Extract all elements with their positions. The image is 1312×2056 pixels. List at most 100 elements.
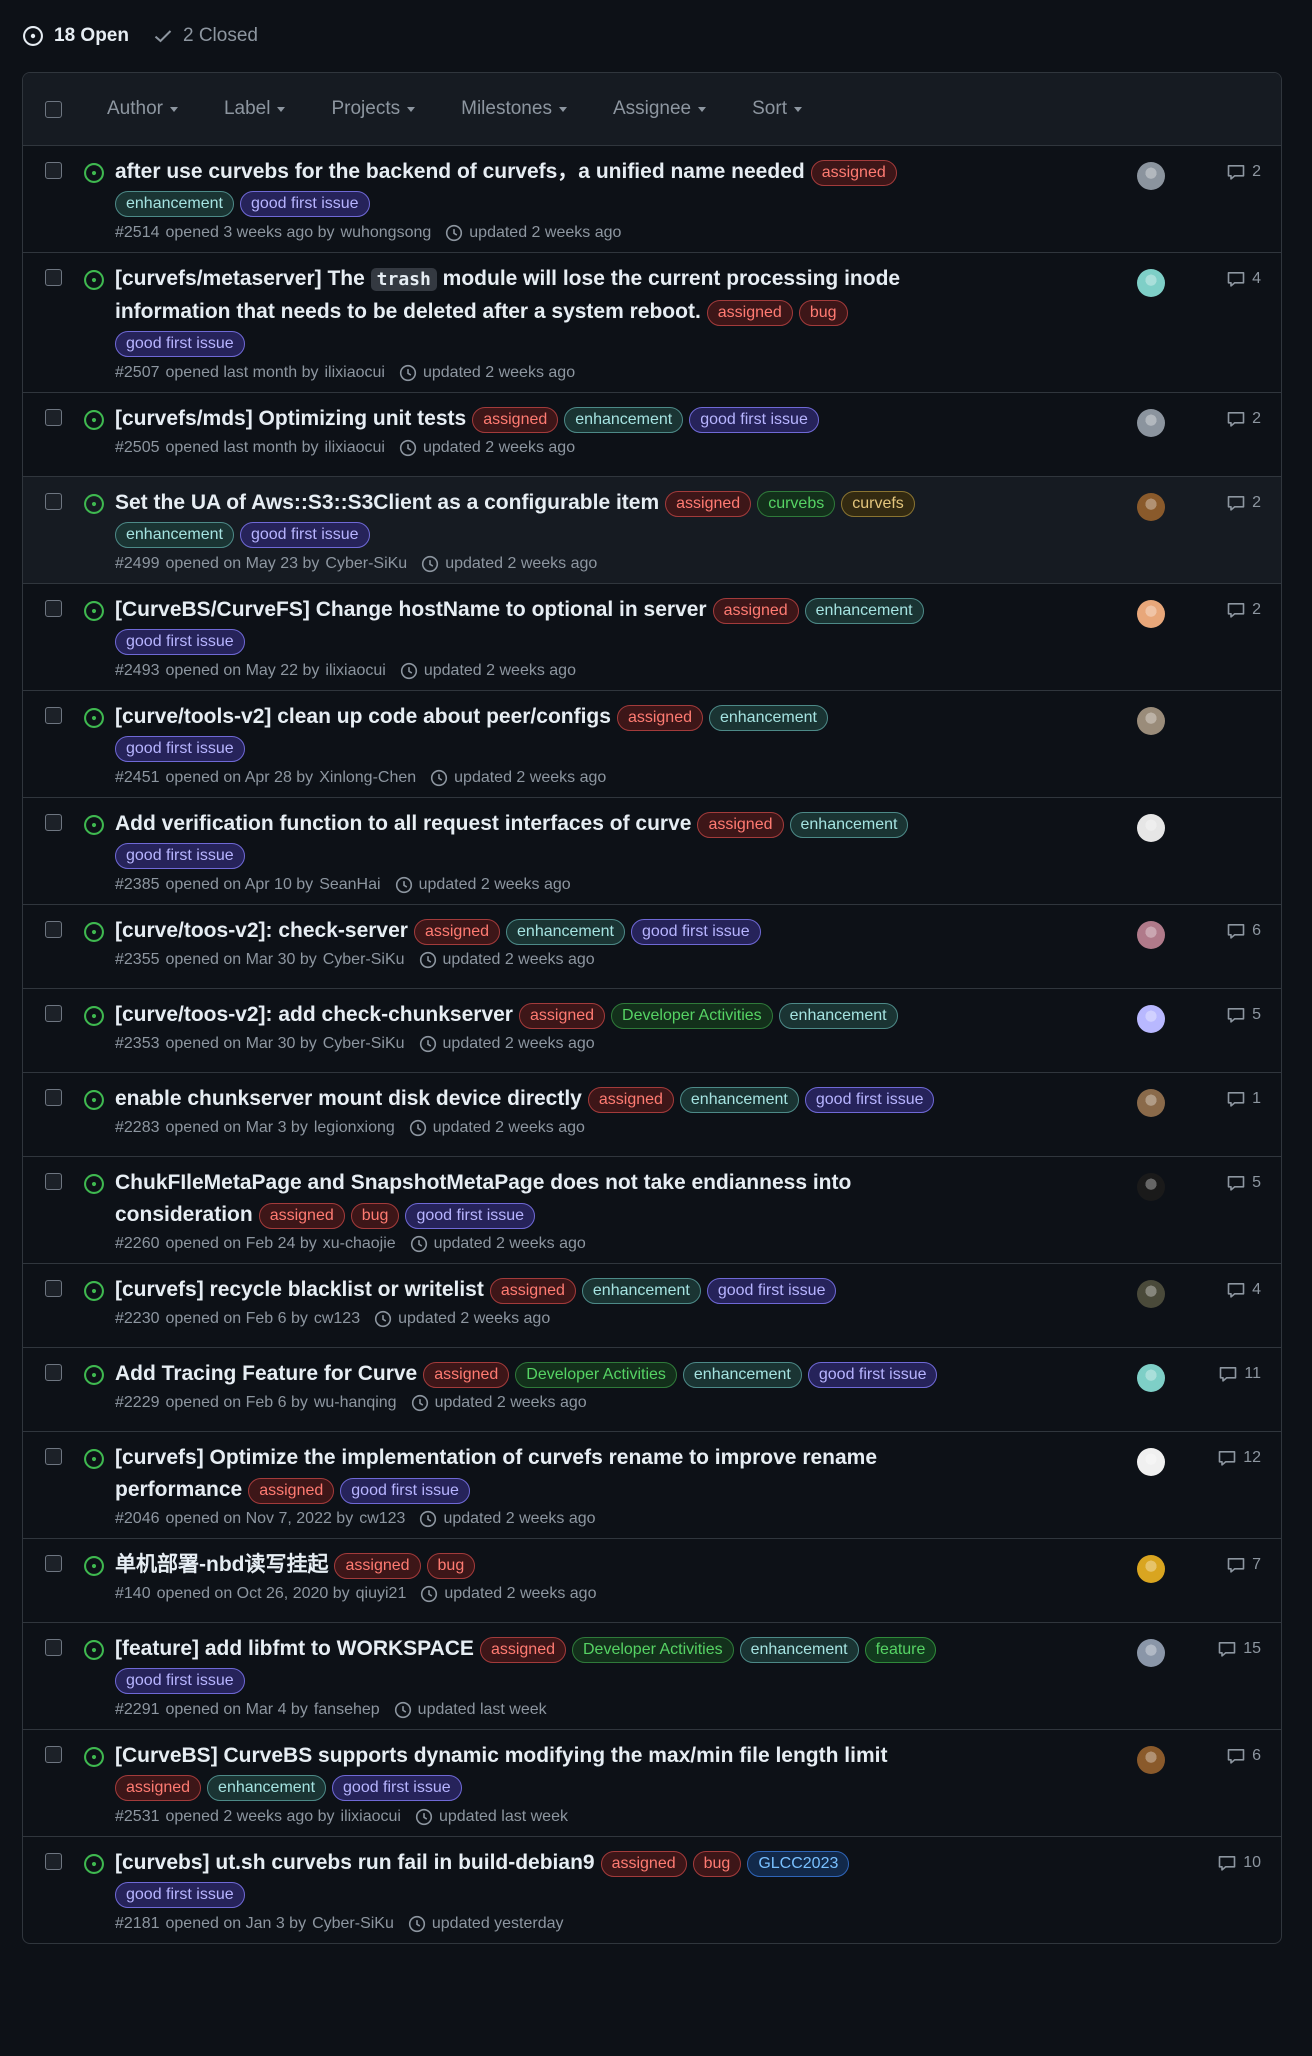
- issue-title[interactable]: after use curvebs for the backend of cur…: [115, 160, 805, 183]
- filter-author[interactable]: Author: [107, 98, 178, 120]
- label-enhancement[interactable]: enhancement: [804, 598, 924, 624]
- label-assigned[interactable]: assigned: [489, 1278, 576, 1304]
- issue-checkbox[interactable]: [45, 707, 62, 724]
- label-enhancement[interactable]: enhancement: [115, 522, 234, 548]
- avatar[interactable]: [1137, 1448, 1165, 1476]
- issue-checkbox[interactable]: [45, 409, 62, 426]
- label-good-first-issue[interactable]: good first issue: [115, 843, 245, 869]
- comment-count-link[interactable]: 10: [1217, 1853, 1261, 1873]
- label-assigned[interactable]: assigned: [479, 1637, 566, 1663]
- comment-count-link[interactable]: 11: [1218, 1364, 1261, 1384]
- comment-count-link[interactable]: 2: [1226, 409, 1261, 429]
- issue-row[interactable]: [CurveBS/CurveFS] Change hostName to opt…: [23, 583, 1281, 690]
- avatar[interactable]: [1137, 1089, 1165, 1117]
- issue-row[interactable]: [curvefs] Optimize the implementation of…: [23, 1431, 1281, 1538]
- issue-title[interactable]: [CurveBS/CurveFS] Change hostName to opt…: [115, 598, 707, 621]
- issue-author-link[interactable]: cw123: [359, 1510, 405, 1528]
- issue-author-link[interactable]: ilixiaocui: [325, 364, 385, 382]
- label-curvefs[interactable]: curvefs: [841, 491, 915, 517]
- issue-title[interactable]: [curvefs] recycle blacklist or writelist: [115, 1278, 484, 1301]
- avatar[interactable]: [1137, 162, 1165, 190]
- filter-label[interactable]: Label: [224, 98, 286, 120]
- issue-checkbox[interactable]: [45, 1639, 62, 1656]
- avatar[interactable]: [1137, 1280, 1165, 1308]
- filter-assignee[interactable]: Assignee: [613, 98, 707, 120]
- label-developer-activities[interactable]: Developer Activities: [515, 1362, 677, 1388]
- issue-author-link[interactable]: ilixiaocui: [325, 439, 385, 457]
- label-enhancement[interactable]: enhancement: [679, 1087, 799, 1113]
- issue-author-link[interactable]: Cyber-SiKu: [312, 1915, 394, 1933]
- avatar[interactable]: [1137, 1746, 1165, 1774]
- issue-author-link[interactable]: Cyber-SiKu: [323, 1035, 405, 1053]
- issue-row[interactable]: enable chunkserver mount disk device dir…: [23, 1072, 1281, 1156]
- issue-title[interactable]: enable chunkserver mount disk device dir…: [115, 1087, 582, 1110]
- label-assigned[interactable]: assigned: [472, 407, 559, 433]
- issue-title[interactable]: 单机部署-nbd读写挂起: [115, 1553, 328, 1576]
- label-assigned[interactable]: assigned: [706, 300, 793, 326]
- comment-count-link[interactable]: 7: [1226, 1555, 1261, 1575]
- issue-title[interactable]: [curve/toos-v2]: add check-chunkserver: [115, 1003, 513, 1026]
- issue-title[interactable]: [curvefs/metaserver] The: [115, 267, 365, 290]
- issue-row[interactable]: Add verification function to all request…: [23, 797, 1281, 904]
- label-enhancement[interactable]: enhancement: [207, 1775, 327, 1801]
- issue-checkbox[interactable]: [45, 1005, 62, 1022]
- issue-checkbox[interactable]: [45, 1448, 62, 1465]
- issue-row[interactable]: 单机部署-nbd读写挂起 assigned bug #140 opened on Oct…: [23, 1538, 1281, 1622]
- label-assigned[interactable]: assigned: [616, 705, 703, 731]
- issue-row[interactable]: Add Tracing Feature for Curve assigned Dev…: [23, 1347, 1281, 1431]
- label-assigned[interactable]: assigned: [413, 919, 501, 945]
- label-glcc2023[interactable]: GLCC2023: [747, 1851, 850, 1877]
- avatar[interactable]: [1137, 707, 1165, 735]
- label-good-first-issue[interactable]: good first issue: [340, 1478, 470, 1504]
- label-assigned[interactable]: assigned: [115, 1775, 202, 1801]
- comment-count-link[interactable]: 15: [1217, 1639, 1261, 1659]
- avatar[interactable]: [1137, 814, 1165, 842]
- label-enhancement[interactable]: enhancement: [564, 407, 684, 433]
- label-good-first-issue[interactable]: good first issue: [706, 1278, 837, 1304]
- label-assigned[interactable]: assigned: [600, 1851, 687, 1877]
- issue-author-link[interactable]: Cyber-SiKu: [325, 555, 407, 573]
- issue-title[interactable]: Set the UA of Aws::S3::S3Client as a con…: [115, 491, 659, 514]
- label-assigned[interactable]: assigned: [518, 1003, 606, 1029]
- label-good-first-issue[interactable]: good first issue: [405, 1203, 536, 1229]
- issue-row[interactable]: [CurveBS] CurveBS supports dynamic modif…: [23, 1729, 1281, 1836]
- label-enhancement[interactable]: enhancement: [115, 191, 234, 217]
- label-assigned[interactable]: assigned: [665, 491, 752, 517]
- issue-title[interactable]: [curve/tools-v2] clean up code about pee…: [115, 705, 611, 728]
- issue-author-link[interactable]: wuhongsong: [341, 224, 432, 242]
- label-good-first-issue[interactable]: good first issue: [332, 1775, 462, 1801]
- filter-milestones[interactable]: Milestones: [461, 98, 567, 120]
- comment-count-link[interactable]: 2: [1226, 162, 1261, 182]
- issue-author-link[interactable]: wu-hanqing: [314, 1394, 397, 1412]
- label-assigned[interactable]: assigned: [334, 1553, 421, 1579]
- issue-title[interactable]: Add verification function to all request…: [115, 812, 691, 835]
- issue-author-link[interactable]: cw123: [314, 1310, 360, 1328]
- issue-title[interactable]: [curve/toos-v2]: check-server: [115, 919, 408, 942]
- comment-count-link[interactable]: 2: [1226, 493, 1261, 513]
- label-bug[interactable]: bug: [426, 1553, 476, 1579]
- label-bug[interactable]: bug: [798, 300, 848, 326]
- label-good-first-issue[interactable]: good first issue: [115, 1882, 245, 1908]
- label-bug[interactable]: bug: [692, 1851, 742, 1877]
- issue-checkbox[interactable]: [45, 162, 62, 179]
- issue-checkbox[interactable]: [45, 1746, 62, 1763]
- label-good-first-issue[interactable]: good first issue: [239, 191, 370, 217]
- label-good-first-issue[interactable]: good first issue: [115, 1668, 245, 1694]
- issue-title[interactable]: [curvefs] Optimize the implementation of…: [115, 1446, 877, 1501]
- avatar[interactable]: [1137, 600, 1165, 628]
- issue-author-link[interactable]: fansehep: [314, 1701, 380, 1719]
- comment-count-link[interactable]: 4: [1226, 269, 1261, 289]
- filter-projects[interactable]: Projects: [331, 98, 416, 120]
- label-good-first-issue[interactable]: good first issue: [804, 1087, 935, 1113]
- label-enhancement[interactable]: enhancement: [682, 1362, 802, 1388]
- label-assigned[interactable]: assigned: [697, 812, 784, 838]
- label-good-first-issue[interactable]: good first issue: [807, 1362, 938, 1388]
- comment-count-link[interactable]: 4: [1226, 1280, 1261, 1300]
- avatar[interactable]: [1137, 1364, 1165, 1392]
- issue-title[interactable]: [CurveBS] CurveBS supports dynamic modif…: [115, 1744, 887, 1767]
- issue-row[interactable]: [curvefs/metaserver] The trash module wi…: [23, 252, 1281, 392]
- label-good-first-issue[interactable]: good first issue: [115, 736, 245, 762]
- issue-author-link[interactable]: xu-chaojie: [323, 1235, 396, 1253]
- filter-sort[interactable]: Sort: [752, 98, 802, 120]
- issue-row[interactable]: [curve/toos-v2]: add check-chunkserver as…: [23, 988, 1281, 1072]
